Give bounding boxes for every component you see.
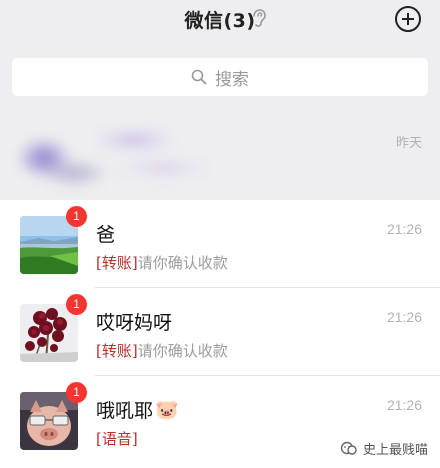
chat-name: 哎呀妈呀: [96, 308, 172, 335]
preview-tag: [转账]: [96, 254, 138, 272]
chat-time: 昨天: [395, 136, 422, 151]
search-icon: [191, 69, 207, 85]
chat-name-text: 哎呀妈呀: [96, 312, 173, 334]
search-input[interactable]: 搜索: [12, 58, 428, 96]
blurred-content: [14, 118, 264, 188]
unread-badge: 1: [66, 206, 87, 227]
preview-text: 请你确认收款: [137, 254, 228, 272]
chat-name: 爸: [96, 220, 115, 247]
blurred-chat-item[interactable]: 昨天: [0, 110, 440, 200]
plus-circle-icon[interactable]: [395, 6, 421, 32]
chat-name: 哦吼耶 🐷: [96, 396, 179, 423]
chat-time: 21:26: [386, 397, 422, 413]
unread-badge: 1: [66, 294, 87, 315]
wechat-channel-icon: [340, 441, 357, 455]
chat-preview: [转账]请你确认收款: [96, 252, 228, 273]
chat-item-dad[interactable]: 1 爸 [转账]请你确认收款 21:26: [0, 200, 440, 288]
chat-time: 21:26: [386, 309, 422, 325]
chat-name-text: 爸: [96, 224, 116, 246]
preview-tag: [语音]: [96, 430, 138, 448]
chat-preview: [语音]: [96, 428, 138, 449]
chat-item-aiyamaya[interactable]: 1 哎呀妈呀 [转账]请你确认收款 21:26: [0, 288, 440, 376]
header: 微信(3) 搜索 昨天: [0, 0, 440, 200]
watermark-text: 史上最贱喵: [362, 443, 428, 458]
preview-tag: [转账]: [96, 342, 138, 360]
ear-icon: [253, 9, 266, 27]
pig-emoji-icon: 🐷: [155, 399, 179, 421]
chat-preview: [转账]请你确认收款: [96, 340, 228, 361]
chat-name-text: 哦吼耶: [96, 400, 154, 422]
search-placeholder: 搜索: [215, 69, 249, 90]
preview-text: 请你确认收款: [137, 342, 228, 360]
chat-time: 21:26: [386, 221, 422, 237]
watermark: 史上最贱喵: [340, 439, 428, 458]
page-title: 微信(3): [0, 6, 440, 33]
title-text: 微信: [184, 10, 224, 32]
unread-badge: 1: [66, 382, 87, 403]
